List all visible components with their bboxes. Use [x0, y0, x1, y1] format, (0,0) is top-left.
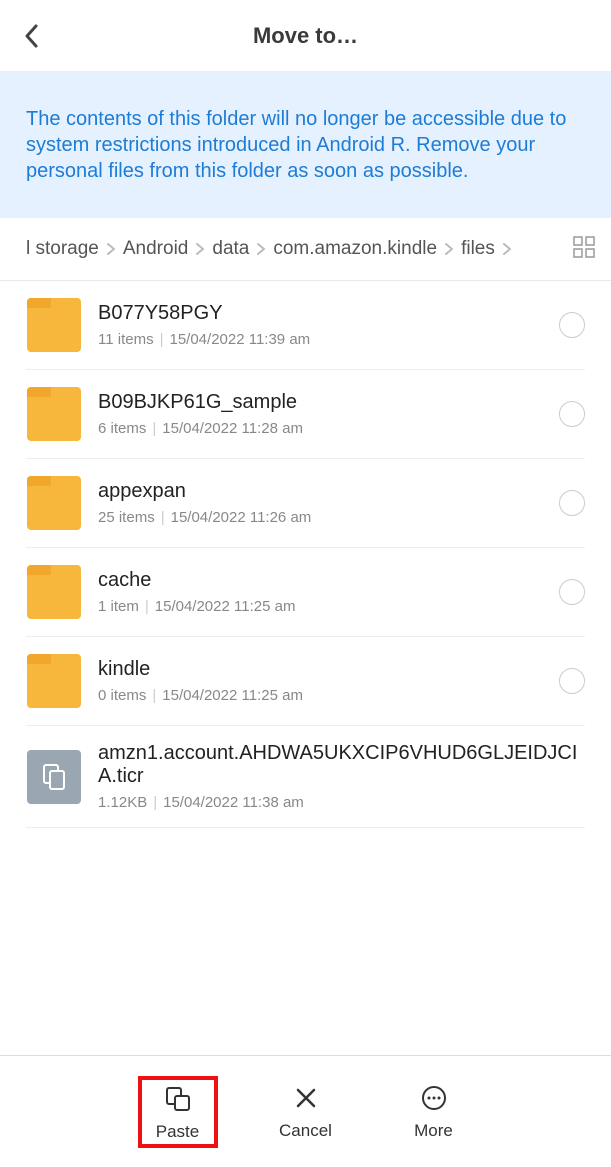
- item-subtext: 6 items|15/04/2022 11:28 am: [98, 420, 547, 437]
- warning-banner: The contents of this folder will no long…: [0, 72, 611, 218]
- chevron-right-icon: [105, 242, 117, 256]
- item-meta: appexpan 25 items|15/04/2022 11:26 am: [98, 480, 547, 526]
- paste-button[interactable]: Paste: [138, 1076, 218, 1148]
- folder-icon: [26, 386, 82, 442]
- item-subtext: 1 item|15/04/2022 11:25 am: [98, 598, 547, 615]
- item-subtext: 1.12KB|15/04/2022 11:38 am: [98, 794, 585, 811]
- item-meta: cache 1 item|15/04/2022 11:25 am: [98, 569, 547, 615]
- folder-icon: [26, 653, 82, 709]
- folder-row[interactable]: B077Y58PGY 11 items|15/04/2022 11:39 am: [26, 281, 585, 370]
- item-meta: kindle 0 items|15/04/2022 11:25 am: [98, 658, 547, 704]
- back-button[interactable]: [12, 16, 52, 56]
- item-name: cache: [98, 569, 547, 592]
- paste-label: Paste: [156, 1122, 199, 1142]
- item-name: B077Y58PGY: [98, 302, 547, 325]
- breadcrumb-segment[interactable]: Android: [123, 238, 189, 260]
- breadcrumb-segment[interactable]: data: [212, 238, 249, 260]
- select-radio[interactable]: [559, 490, 585, 516]
- item-name: kindle: [98, 658, 547, 681]
- folder-row[interactable]: kindle 0 items|15/04/2022 11:25 am: [26, 637, 585, 726]
- page-title: Move to…: [0, 23, 611, 49]
- folder-row[interactable]: B09BJKP61G_sample 6 items|15/04/2022 11:2…: [26, 370, 585, 459]
- select-radio[interactable]: [559, 401, 585, 427]
- more-button[interactable]: More: [394, 1083, 474, 1141]
- cancel-button[interactable]: Cancel: [266, 1083, 346, 1141]
- folder-icon: [26, 297, 82, 353]
- close-icon: [291, 1083, 321, 1113]
- grid-view-toggle[interactable]: [573, 236, 599, 262]
- cancel-label: Cancel: [279, 1121, 332, 1141]
- select-radio[interactable]: [559, 312, 585, 338]
- item-meta: B077Y58PGY 11 items|15/04/2022 11:39 am: [98, 302, 547, 348]
- folder-row[interactable]: appexpan 25 items|15/04/2022 11:26 am: [26, 459, 585, 548]
- chevron-right-icon: [194, 242, 206, 256]
- grid-icon: [573, 236, 595, 258]
- breadcrumb-segment[interactable]: files: [461, 238, 495, 260]
- select-radio[interactable]: [559, 579, 585, 605]
- item-name: amzn1.account.AHDWA5UKXCIP6VHUD6GLJEIDJC…: [98, 742, 585, 788]
- more-icon: [419, 1083, 449, 1113]
- item-meta: B09BJKP61G_sample 6 items|15/04/2022 11:2…: [98, 391, 547, 437]
- chevron-right-icon: [443, 242, 455, 256]
- chevron-right-icon: [501, 242, 513, 256]
- header: Move to…: [0, 0, 611, 72]
- bottom-toolbar: Paste Cancel More: [0, 1055, 611, 1167]
- item-name: appexpan: [98, 480, 547, 503]
- file-row[interactable]: amzn1.account.AHDWA5UKXCIP6VHUD6GLJEIDJC…: [26, 726, 585, 828]
- more-label: More: [414, 1121, 453, 1141]
- chevron-left-icon: [22, 22, 42, 50]
- item-subtext: 0 items|15/04/2022 11:25 am: [98, 687, 547, 704]
- breadcrumb-segment[interactable]: l storage: [26, 238, 99, 260]
- folder-row[interactable]: cache 1 item|15/04/2022 11:25 am: [26, 548, 585, 637]
- breadcrumb: l storage Android data com.amazon.kindle fil…: [0, 218, 611, 281]
- file-list: B077Y58PGY11 items|15/04/2022 11:39 amB0…: [0, 281, 611, 1055]
- chevron-right-icon: [255, 242, 267, 256]
- breadcrumb-segment[interactable]: com.amazon.kindle: [273, 238, 437, 260]
- item-name: B09BJKP61G_sample: [98, 391, 547, 414]
- folder-icon: [26, 564, 82, 620]
- select-radio[interactable]: [559, 668, 585, 694]
- paste-icon: [163, 1084, 193, 1114]
- item-meta: amzn1.account.AHDWA5UKXCIP6VHUD6GLJEIDJC…: [98, 742, 585, 811]
- item-subtext: 25 items|15/04/2022 11:26 am: [98, 509, 547, 526]
- file-icon: [26, 749, 82, 805]
- item-subtext: 11 items|15/04/2022 11:39 am: [98, 331, 547, 348]
- folder-icon: [26, 475, 82, 531]
